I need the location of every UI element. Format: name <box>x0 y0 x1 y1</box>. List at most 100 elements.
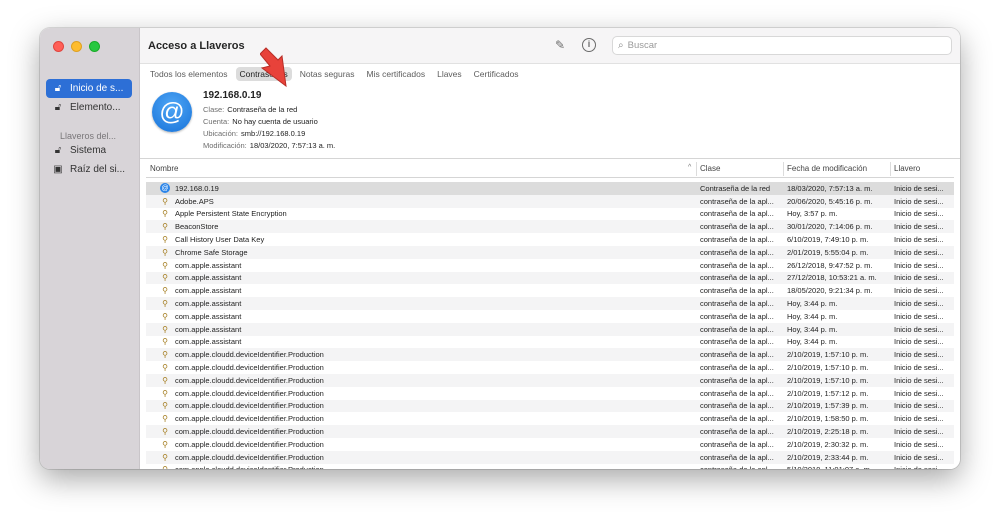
sidebar-item-label: Raíz del si... <box>70 164 126 175</box>
detail-account-value: No hay cuenta de usuario <box>232 117 318 126</box>
sidebar-item-local-items[interactable]: 🔓︎ Elemento... <box>46 98 132 117</box>
cell-keychain: Inicio de sesi... <box>894 273 944 283</box>
cell-name: BeaconStore <box>175 222 219 232</box>
table-row[interactable]: ⚲ com.apple.cloudd.deviceIdentifier.Produ… <box>146 450 954 464</box>
lock-open-icon: 🔓︎ <box>54 145 62 156</box>
info-icon[interactable]: i <box>582 38 596 52</box>
compose-icon[interactable]: ✎ <box>553 38 567 52</box>
table-row[interactable]: ⚲ com.apple.cloudd.deviceIdentifier.Produ… <box>146 399 954 413</box>
detail-location-label: Ubicación: <box>203 129 239 138</box>
cell-date: 2/10/2019, 1:58:50 p. m. <box>787 414 869 424</box>
close-button[interactable] <box>53 41 64 52</box>
category-tabs: Todos los elementos Contraseñas Notas se… <box>146 67 523 81</box>
column-divider[interactable] <box>890 162 891 176</box>
tab-keys[interactable]: Llaves <box>433 67 466 81</box>
table-row[interactable]: ⚲ com.apple.assistant contraseña de la apl… <box>146 271 954 285</box>
cell-name: com.apple.cloudd.deviceIdentifier.Produc… <box>175 401 324 411</box>
table-row[interactable]: ⚲ com.apple.cloudd.deviceIdentifier.Produ… <box>146 425 954 438</box>
table-row[interactable]: ⚲ com.apple.assistant contraseña de la apl… <box>146 297 954 310</box>
cell-keychain: Inicio de sesi... <box>894 324 944 334</box>
search-input[interactable] <box>627 40 928 51</box>
main-content: Acceso a Llaveros ✎ i ⌕ Todos los elemen… <box>140 28 960 469</box>
key-icon: ⚲ <box>162 222 168 232</box>
column-header-date[interactable]: Fecha de modificación <box>787 164 867 173</box>
table-row[interactable]: ⚲ Adobe.APS contraseña de la apl... 20/06/2… <box>146 194 954 208</box>
key-icon: ⚲ <box>162 401 168 411</box>
table-row[interactable]: ⚲ com.apple.assistant contraseña de la apl… <box>146 322 954 336</box>
at-icon: @ <box>160 183 170 194</box>
minimize-button[interactable] <box>71 41 82 52</box>
detail-modified-label: Modificación: <box>203 141 247 150</box>
tab-my-certificates[interactable]: Mis certificados <box>363 67 430 81</box>
table-row[interactable]: ⚲ com.apple.assistant contraseña de la apl… <box>146 310 954 323</box>
cell-class: contraseña de la apl... <box>700 388 774 398</box>
key-icon: ⚲ <box>162 452 168 462</box>
sidebar: 🔓︎ Inicio de s... 🔓︎ Elemento... Llavero… <box>40 28 140 469</box>
table-row[interactable]: ⚲ com.apple.cloudd.deviceIdentifier.Produ… <box>146 438 954 451</box>
cell-name: com.apple.cloudd.deviceIdentifier.Produc… <box>175 363 324 373</box>
cell-name: com.apple.assistant <box>175 286 242 296</box>
cell-keychain: Inicio de sesi... <box>894 337 944 347</box>
cell-class: contraseña de la apl... <box>700 273 774 283</box>
tab-secure-notes[interactable]: Notas seguras <box>296 67 359 81</box>
cell-name: 192.168.0.19 <box>175 183 219 193</box>
detail-modified-row: Modificación: 18/03/2020, 7:57:13 a. m. <box>203 141 335 150</box>
cell-class: contraseña de la apl... <box>700 324 774 334</box>
window-title: Acceso a Llaveros <box>148 40 245 52</box>
tab-certificates[interactable]: Certificados <box>470 67 523 81</box>
cell-keychain: Inicio de sesi... <box>894 286 944 296</box>
table-row[interactable]: ⚲ com.apple.assistant contraseña de la apl… <box>146 336 954 349</box>
search-field[interactable]: ⌕ <box>612 36 952 55</box>
table-row[interactable]: ⚲ com.apple.cloudd.deviceIdentifier.Produ… <box>146 412 954 425</box>
table-row[interactable]: ⚲ com.apple.cloudd.deviceIdentifier.Produ… <box>146 361 954 374</box>
tab-all-items[interactable]: Todos los elementos <box>146 67 232 81</box>
column-divider[interactable] <box>696 162 697 176</box>
column-header-keychain[interactable]: Llavero <box>894 164 920 173</box>
sidebar-item-login[interactable]: 🔓︎ Inicio de s... <box>46 79 132 98</box>
table-row[interactable]: ⚲ Call History User Data Key contraseña de… <box>146 233 954 246</box>
sidebar-section-title: Llaveros del... <box>60 131 117 141</box>
key-icon: ⚲ <box>162 247 168 257</box>
column-header-name[interactable]: Nombre <box>150 164 178 173</box>
cell-class: contraseña de la apl... <box>700 363 774 373</box>
sidebar-item-system-roots[interactable]: ▣ Raíz del si... <box>46 160 132 179</box>
table-row[interactable]: ⚲ Apple Persistent State Encryption contra… <box>146 208 954 221</box>
cell-class: contraseña de la apl... <box>700 247 774 257</box>
table-header: Nombre ^ Clase Fecha de modificación Lla… <box>146 160 954 178</box>
cell-name: com.apple.assistant <box>175 324 242 334</box>
table-row[interactable]: ⚲ com.apple.cloudd.deviceIdentifier.Produ… <box>146 348 954 362</box>
cell-keychain: Inicio de sesi... <box>894 375 944 385</box>
table-row[interactable]: ⚲ com.apple.cloudd.deviceIdentifier.Produ… <box>146 464 954 469</box>
cell-name: com.apple.assistant <box>175 273 242 283</box>
table-row[interactable]: ⚲ com.apple.cloudd.deviceIdentifier.Produ… <box>146 373 954 387</box>
table-row[interactable]: ⚲ com.apple.assistant contraseña de la apl… <box>146 259 954 272</box>
cell-name: com.apple.cloudd.deviceIdentifier.Produc… <box>175 350 324 360</box>
cell-class: contraseña de la apl... <box>700 235 774 245</box>
cell-date: 26/12/2018, 9:47:52 p. m. <box>787 260 873 270</box>
column-header-class[interactable]: Clase <box>700 164 720 173</box>
detail-account-row: Cuenta: No hay cuenta de usuario <box>203 117 318 126</box>
table-row[interactable]: ⚲ com.apple.assistant contraseña de la apl… <box>146 284 954 297</box>
detail-location-value: smb://192.168.0.19 <box>241 129 306 138</box>
cell-class: contraseña de la apl... <box>700 401 774 411</box>
cell-date: Hoy, 3:44 p. m. <box>787 324 838 334</box>
table-row[interactable]: ⚲ com.apple.cloudd.deviceIdentifier.Produ… <box>146 387 954 400</box>
cell-date: 2/01/2019, 5:55:04 p. m. <box>787 247 869 257</box>
cell-class: contraseña de la apl... <box>700 375 774 385</box>
sidebar-item-system[interactable]: 🔓︎ Sistema <box>46 141 132 160</box>
sort-ascending-icon[interactable]: ^ <box>688 164 691 171</box>
annotation-arrow-icon <box>260 47 287 88</box>
cell-date: 2/10/2019, 1:57:39 p. m. <box>787 401 869 411</box>
table-row[interactable]: @192.168.0.19 Contraseña de la red 18/03/2… <box>146 182 954 195</box>
cell-name: com.apple.cloudd.deviceIdentifier.Produc… <box>175 388 324 398</box>
column-divider[interactable] <box>783 162 784 176</box>
detail-location-row: Ubicación: smb://192.168.0.19 <box>203 129 305 138</box>
key-icon: ⚲ <box>162 324 168 334</box>
table-row[interactable]: ⚲ Chrome Safe Storage contraseña de la apl… <box>146 245 954 259</box>
cell-class: contraseña de la apl... <box>700 299 774 309</box>
table-row[interactable]: ⚲ BeaconStore contraseña de la apl... 30/01… <box>146 220 954 234</box>
cell-date: Hoy, 3:44 p. m. <box>787 311 838 321</box>
cell-keychain: Inicio de sesi... <box>894 260 944 270</box>
zoom-button[interactable] <box>89 41 100 52</box>
cell-name: com.apple.assistant <box>175 337 242 347</box>
